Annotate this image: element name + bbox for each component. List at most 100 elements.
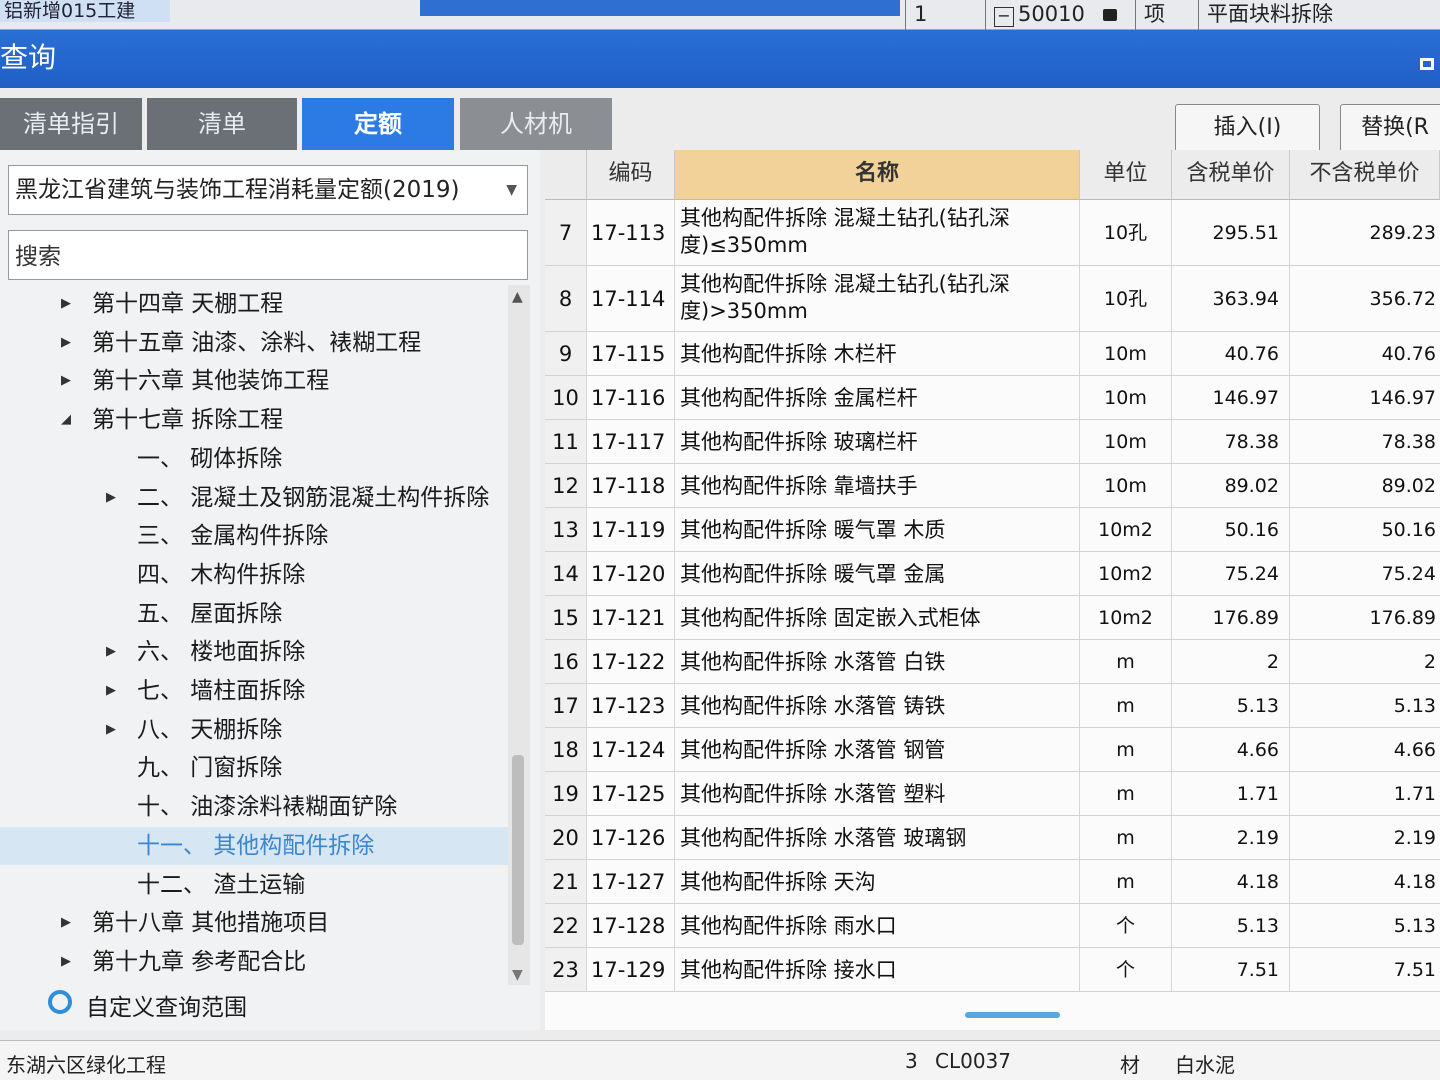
tree-scrollbar[interactable]: ▲ ▼	[508, 285, 530, 985]
tree-node[interactable]: 十二、 渣土运输	[0, 866, 510, 904]
tree-node[interactable]: ▶ 第十六章 其他装饰工程	[0, 362, 510, 400]
header-name[interactable]: 名称	[675, 150, 1080, 200]
tree-node-label: 三、 金属构件拆除	[137, 523, 329, 550]
row-number-cell: 13	[545, 508, 587, 551]
row-number-cell: 14	[545, 552, 587, 595]
price-with-tax-cell: 50.16	[1172, 508, 1290, 551]
chevron-down-icon[interactable]: ▼	[506, 166, 517, 214]
collapsed-arrow-icon[interactable]: ▶	[60, 904, 72, 942]
header-code[interactable]: 编码	[587, 150, 675, 200]
tab-quota[interactable]: 定额	[302, 98, 454, 150]
header-unit[interactable]: 单位	[1080, 150, 1172, 200]
tree-node-label: 第十七章 拆除工程	[92, 407, 284, 434]
bottom-project-name: 东湖六区绿化工程	[6, 1053, 166, 1077]
tree-node[interactable]: 十、 油漆涂料裱糊面铲除	[0, 788, 510, 826]
table-row[interactable]: 8 17-114 其他构配件拆除 混凝土钻孔(钻孔深度)>350mm 10孔 363.9…	[545, 266, 1440, 332]
search-input[interactable]: 搜索	[8, 230, 528, 280]
table-row[interactable]: 19 17-125 其他构配件拆除 水落管 塑料 m 1.71 1.71	[545, 772, 1440, 816]
horizontal-scroll-thumb[interactable]	[965, 1012, 1060, 1018]
table-row[interactable]: 7 17-113 其他构配件拆除 混凝土钻孔(钻孔深度)≤350mm 10孔 295.5…	[545, 200, 1440, 266]
scroll-up-icon[interactable]: ▲	[512, 289, 523, 305]
tree-node[interactable]: ▶ 第十四章 天棚工程	[0, 285, 510, 323]
tree-node[interactable]: 十一、 其他构配件拆除	[0, 826, 510, 865]
collapsed-arrow-icon[interactable]: ▶	[60, 324, 72, 362]
table-row[interactable]: 18 17-124 其他构配件拆除 水落管 钢管 m 4.66 4.66	[545, 728, 1440, 772]
tree-node[interactable]: ◢ 第十七章 拆除工程	[0, 401, 510, 439]
tree-node[interactable]: ▶ 第十五章 油漆、涂料、裱糊工程	[0, 324, 510, 362]
code-cell: 17-124	[587, 728, 675, 771]
code-cell: 17-118	[587, 464, 675, 507]
bottom-code: CL0037	[935, 1049, 1012, 1073]
table-row[interactable]: 10 17-116 其他构配件拆除 金属栏杆 10m 146.97 146.97	[545, 376, 1440, 420]
maximize-icon[interactable]	[1420, 58, 1434, 70]
tab-bill[interactable]: 清单	[147, 98, 297, 150]
table-row[interactable]: 12 17-118 其他构配件拆除 靠墙扶手 10m 89.02 89.02	[545, 464, 1440, 508]
custom-scope-label: 自定义查询范围	[86, 995, 247, 1021]
price-without-tax-cell: 2.19	[1393, 827, 1436, 849]
tree-node[interactable]: 一、 砌体拆除	[0, 440, 510, 478]
name-cell: 其他构配件拆除 混凝土钻孔(钻孔深度)>350mm	[675, 266, 1080, 331]
collapsed-arrow-icon[interactable]: ▶	[105, 711, 117, 749]
row-number-cell: 11	[545, 420, 587, 463]
price-with-tax-cell: 4.66	[1172, 728, 1290, 771]
name-cell: 其他构配件拆除 天沟	[675, 860, 1080, 903]
table-row[interactable]: 14 17-120 其他构配件拆除 暖气罩 金属 10m2 75.24 75.24	[545, 552, 1440, 596]
price-with-tax-cell: 363.94	[1172, 266, 1290, 331]
tree-node[interactable]: ▶ 第十八章 其他措施项目	[0, 904, 510, 942]
tree-node[interactable]: 四、 木构件拆除	[0, 556, 510, 594]
tree-node[interactable]: ▶ 第十九章 参考配合比	[0, 943, 510, 981]
collapse-icon[interactable]: −	[994, 7, 1014, 27]
price-with-tax-cell: 89.02	[1172, 464, 1290, 507]
tree-node-label: 十二、 渣土运输	[137, 871, 306, 898]
insert-button[interactable]: 插入(I)	[1175, 104, 1320, 152]
quota-library-select[interactable]: 黑龙江省建筑与装饰工程消耗量定额(2019) ▼	[8, 165, 528, 215]
scroll-down-icon[interactable]: ▼	[512, 967, 523, 983]
chapter-tree: ▶ 第十四章 天棚工程 ▶ 第十五章 油漆、涂料、裱糊工程 ▶ 第十六章 其他装饰工程 ◢ 第…	[0, 285, 510, 985]
tab-bill-guide[interactable]: 清单指引	[0, 98, 142, 150]
header-price-without-tax[interactable]: 不含税单价	[1290, 150, 1440, 200]
header-price-with-tax[interactable]: 含税单价	[1172, 150, 1290, 200]
tree-node[interactable]: 五、 屋面拆除	[0, 595, 510, 633]
name-cell: 其他构配件拆除 水落管 塑料	[675, 772, 1080, 815]
tree-node[interactable]: ▶ 八、 天棚拆除	[0, 711, 510, 749]
price-without-tax-cell: 78.38	[1381, 431, 1436, 453]
name-cell: 其他构配件拆除 雨水口	[675, 904, 1080, 947]
table-row[interactable]: 23 17-129 其他构配件拆除 接水口个 7.51 7.51	[545, 948, 1440, 992]
collapsed-arrow-icon[interactable]: ▶	[60, 362, 72, 400]
replace-button[interactable]: 替换(R	[1340, 104, 1440, 152]
row-number-cell: 18	[545, 728, 587, 771]
table-row[interactable]: 15 17-121 其他构配件拆除 固定嵌入式柜体 10m2 176.89 176.89	[545, 596, 1440, 640]
table-row[interactable]: 22 17-128 其他构配件拆除 雨水口个 5.13 5.13	[545, 904, 1440, 948]
table-row[interactable]: 9 17-115 其他构配件拆除 木栏杆 10m 40.76 40.76	[545, 332, 1440, 376]
code-cell: 17-129	[587, 948, 675, 991]
collapsed-arrow-icon[interactable]: ▶	[105, 479, 117, 517]
collapsed-arrow-icon[interactable]: ▶	[105, 672, 117, 710]
name-cell: 其他构配件拆除 水落管 玻璃钢	[675, 816, 1080, 859]
tree-node[interactable]: 三、 金属构件拆除	[0, 517, 510, 555]
tab-labor-material-machine[interactable]: 人材机	[460, 98, 612, 150]
unit-cell: 10m2	[1080, 508, 1172, 551]
tree-node[interactable]: ▶ 六、 楼地面拆除	[0, 633, 510, 671]
unit-cell: m	[1080, 816, 1172, 859]
collapsed-arrow-icon[interactable]: ▶	[60, 943, 72, 981]
collapsed-arrow-icon[interactable]: ▶	[105, 633, 117, 671]
table-row[interactable]: 20 17-126 其他构配件拆除 水落管 玻璃钢 m 2.19 2.19	[545, 816, 1440, 860]
row-number-cell: 17	[545, 684, 587, 727]
tree-node[interactable]: 九、 门窗拆除	[0, 749, 510, 787]
tree-node[interactable]: ▶ 二、 混凝土及钢筋混凝土构件拆除	[0, 479, 510, 517]
price-without-tax-cell: 5.13	[1393, 915, 1436, 937]
scroll-thumb[interactable]	[512, 755, 524, 945]
table-row[interactable]: 11 17-117 其他构配件拆除 玻璃栏杆 10m 78.38 78.38	[545, 420, 1440, 464]
table-row[interactable]: 13 17-119 其他构配件拆除 暖气罩 木质 10m2 50.16 50.16	[545, 508, 1440, 552]
tree-node[interactable]: ▶ 七、 墙柱面拆除	[0, 672, 510, 710]
table-row[interactable]: 17 17-123 其他构配件拆除 水落管 铸铁 m 5.13 5.13	[545, 684, 1440, 728]
table-row[interactable]: 21 17-127 其他构配件拆除 天沟 m 4.18 4.18	[545, 860, 1440, 904]
bottom-name: 白水泥	[1175, 1053, 1235, 1077]
expanded-arrow-icon[interactable]: ◢	[60, 401, 72, 439]
row-number-cell: 23	[545, 948, 587, 991]
collapsed-arrow-icon[interactable]: ▶	[60, 285, 72, 323]
table-row[interactable]: 16 17-122 其他构配件拆除 水落管 白铁 m 2 2	[545, 640, 1440, 684]
unit-cell: 10m2	[1080, 596, 1172, 639]
price-without-tax-cell: 146.97	[1369, 387, 1436, 409]
unit-cell: 10m	[1080, 332, 1172, 375]
